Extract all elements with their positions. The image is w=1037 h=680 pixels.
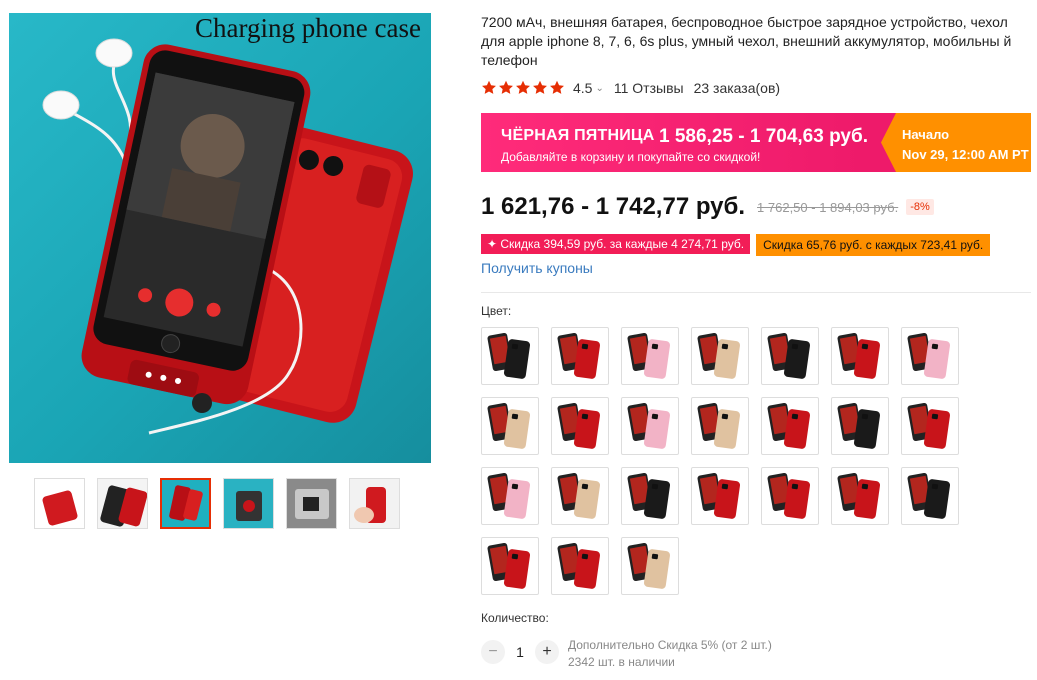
- case-thumbnail-icon: [487, 543, 531, 589]
- case-thumbnail-icon: [767, 403, 811, 449]
- case-thumbnail-icon: [627, 473, 671, 519]
- color-swatch-black[interactable]: [621, 467, 679, 525]
- color-swatch-red[interactable]: [831, 327, 889, 385]
- case-thumbnail-icon: [697, 403, 741, 449]
- rating-value[interactable]: 4.5: [573, 80, 592, 96]
- thumbnail-5[interactable]: [286, 478, 337, 529]
- star-icon: [516, 80, 530, 94]
- thumbnail-6[interactable]: [349, 478, 400, 529]
- get-coupons-link[interactable]: Получить купоны: [481, 260, 593, 276]
- case-thumbnail-icon: [837, 333, 881, 379]
- reviews-link[interactable]: 11 Отзывы: [614, 80, 684, 96]
- quantity-info: Дополнительно Скидка 5% (от 2 шт.) 2342 …: [568, 637, 772, 671]
- thumbnail-2[interactable]: [97, 478, 148, 529]
- current-price: 1 621,76 - 1 742,77 руб.: [481, 193, 746, 220]
- star-icon: [482, 80, 496, 94]
- color-swatch-gold[interactable]: [621, 537, 679, 595]
- stock-count: 2342 шт. в наличии: [568, 655, 675, 669]
- discount-badge: -8%: [906, 199, 934, 215]
- coupon-store-text: Скидка 394,59 руб. за каждые 4 274,71 ру…: [500, 237, 745, 251]
- case-thumbnail-icon: [487, 333, 531, 379]
- quantity-label: Количество:: [481, 611, 549, 625]
- case-thumbnail-icon: [697, 333, 741, 379]
- color-label: Цвет:: [481, 304, 512, 318]
- case-thumbnail-icon: [557, 333, 601, 379]
- case-thumbnail-icon: [557, 543, 601, 589]
- thumbnail-3[interactable]: [160, 478, 211, 529]
- quantity-stepper: − 1 +: [481, 640, 559, 664]
- case-thumbnail-icon: [907, 473, 951, 519]
- color-swatch-pink[interactable]: [901, 327, 959, 385]
- color-swatch-red[interactable]: [761, 467, 819, 525]
- promo-label: ЧЁРНАЯ ПЯТНИЦА: [501, 127, 655, 144]
- promo-start-label: Начало: [902, 127, 950, 142]
- divider: [481, 292, 1031, 293]
- case-thumbnail-icon: [557, 473, 601, 519]
- price-row: 1 621,76 - 1 742,77 руб. 1 762,50 - 1 89…: [481, 193, 934, 221]
- case-thumbnail-icon: [627, 403, 671, 449]
- thumbnail-strip: [34, 478, 400, 529]
- color-swatch-gold[interactable]: [481, 397, 539, 455]
- rating-row: 4.5 ⌄ 11 Отзывы 23 заказа(ов): [481, 80, 780, 96]
- case-thumbnail-icon: [837, 403, 881, 449]
- color-swatch-red[interactable]: [481, 537, 539, 595]
- increase-button[interactable]: +: [535, 640, 559, 664]
- case-thumbnail-icon: [907, 403, 951, 449]
- chevron-down-icon[interactable]: ⌄: [595, 83, 603, 94]
- product-title: 7200 мАч, внешняя батарея, беспроводное …: [481, 14, 1012, 68]
- color-swatch-pink[interactable]: [621, 327, 679, 385]
- color-swatch-red[interactable]: [551, 397, 609, 455]
- bulk-discount: Дополнительно Скидка 5% (от 2 шт.): [568, 638, 772, 652]
- old-price: 1 762,50 - 1 894,03 руб.: [757, 199, 899, 215]
- coupon-row: ✦ Скидка 394,59 руб. за каждые 4 274,71 …: [481, 234, 991, 256]
- promo-start: Начало Nov 29, 12:00 AM PT: [881, 113, 1031, 172]
- color-swatch-pink[interactable]: [621, 397, 679, 455]
- case-thumbnail-icon: [767, 473, 811, 519]
- color-swatch-black[interactable]: [831, 397, 889, 455]
- case-thumbnail-icon: [557, 403, 601, 449]
- color-swatch-black[interactable]: [901, 467, 959, 525]
- quantity-value[interactable]: 1: [505, 644, 535, 660]
- case-thumbnail-icon: [487, 403, 531, 449]
- phone-case-illustration: [42, 38, 413, 435]
- image-caption: Charging phone case: [195, 13, 421, 43]
- coupon-select-text: Скидка 65,76 руб. с каждых 723,41 руб.: [763, 238, 984, 252]
- coupon-select[interactable]: Скидка 65,76 руб. с каждых 723,41 руб.: [756, 234, 991, 256]
- thumbnail-4[interactable]: [223, 478, 274, 529]
- case-thumbnail-icon: [767, 333, 811, 379]
- black-friday-banner: ЧЁРНАЯ ПЯТНИЦА 1 586,25 - 1 704,63 руб. …: [481, 113, 1031, 172]
- coupon-store[interactable]: ✦ Скидка 394,59 руб. за каждые 4 274,71 …: [481, 234, 751, 254]
- orders-count: 23 заказа(ов): [693, 80, 781, 96]
- color-swatches: [481, 327, 971, 595]
- promo-start-date: Nov 29, 12:00 AM PT: [902, 147, 1029, 162]
- color-swatch-red[interactable]: [761, 397, 819, 455]
- case-thumbnail-icon: [627, 543, 671, 589]
- color-swatch-red[interactable]: [691, 467, 749, 525]
- decrease-button[interactable]: −: [481, 640, 505, 664]
- case-thumbnail-icon: [837, 473, 881, 519]
- star-icon: [550, 80, 564, 94]
- color-swatch-red[interactable]: [831, 467, 889, 525]
- rating-stars: [481, 80, 565, 96]
- case-thumbnail-icon: [487, 473, 531, 519]
- color-swatch-gold[interactable]: [691, 397, 749, 455]
- product-main-image[interactable]: Charging phone case: [9, 13, 431, 463]
- color-swatch-red[interactable]: [551, 537, 609, 595]
- case-thumbnail-icon: [907, 333, 951, 379]
- color-swatch-gold[interactable]: [551, 467, 609, 525]
- color-swatch-red[interactable]: [901, 397, 959, 455]
- sparkle-icon: ✦: [487, 237, 501, 251]
- color-swatch-pink[interactable]: [481, 467, 539, 525]
- star-icon: [533, 80, 547, 94]
- promo-price: 1 586,25 - 1 704,63 руб.: [659, 126, 869, 147]
- thumbnail-1[interactable]: [34, 478, 85, 529]
- color-swatch-black[interactable]: [761, 327, 819, 385]
- color-swatch-black[interactable]: [481, 327, 539, 385]
- color-swatch-red[interactable]: [551, 327, 609, 385]
- promo-subtext: Добавляйте в корзину и покупайте со скид…: [501, 150, 761, 164]
- star-icon: [499, 80, 513, 94]
- case-thumbnail-icon: [697, 473, 741, 519]
- color-swatch-gold[interactable]: [691, 327, 749, 385]
- case-thumbnail-icon: [627, 333, 671, 379]
